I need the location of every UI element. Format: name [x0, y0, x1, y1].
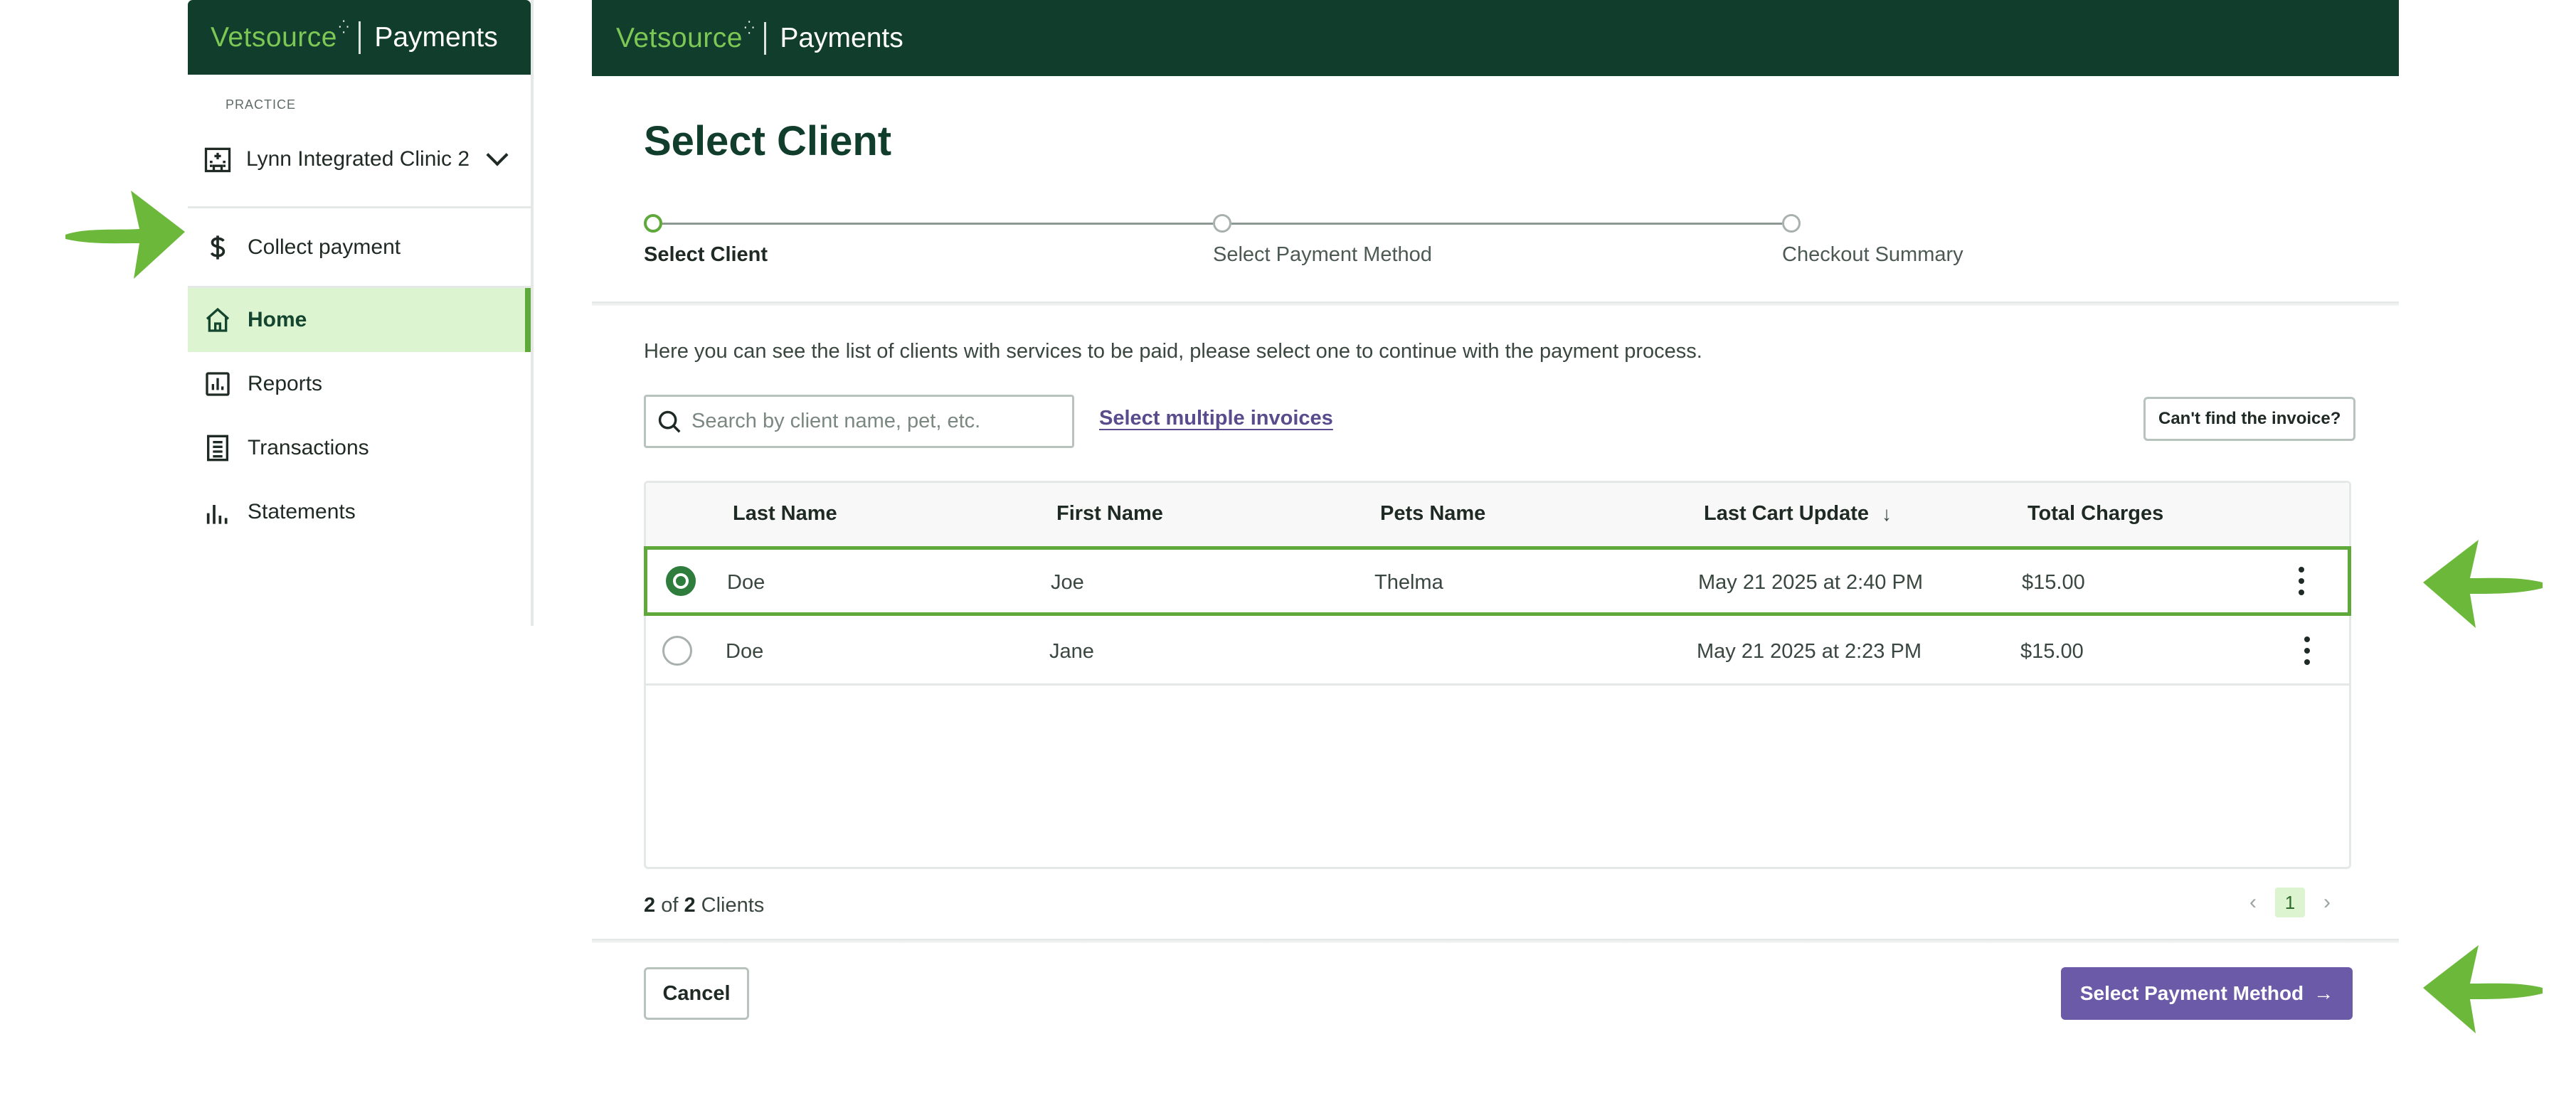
row-more-options-icon[interactable]	[2304, 636, 2311, 665]
step-dot	[1782, 214, 1801, 233]
table-row[interactable]: Doe Joe Thelma May 21 2025 at 2:40 PM $1…	[644, 546, 2351, 616]
sidebar-item-label: Home	[248, 308, 307, 331]
clients-table: Last Name First Name Pets Name Last Cart…	[644, 481, 2351, 869]
row-radio-selected[interactable]	[666, 566, 696, 596]
cant-find-invoice-button[interactable]: Can't find the invoice?	[2143, 397, 2356, 441]
footer-divider	[592, 939, 2399, 943]
client-count: 2 of 2 Clients	[644, 894, 764, 917]
arrow-right-icon: →	[2313, 982, 2334, 1004]
brand-logo: Vetsource	[616, 22, 743, 53]
sidebar-item-label: Statements	[248, 500, 356, 523]
sidebar-item-statements[interactable]: Statements	[188, 480, 531, 544]
main-panel: Vetsource ⁛ Payments Select Client Selec…	[592, 0, 2399, 1038]
count-of: of	[661, 894, 679, 917]
annotation-arrow-left-icon	[2423, 945, 2543, 1033]
column-header-last-cart-update[interactable]: Last Cart Update ↓	[1704, 502, 1892, 526]
progress-stepper: Select Client Select Payment Method Chec…	[644, 213, 1963, 277]
column-header-label: Last Cart Update	[1704, 502, 1870, 525]
cell-last-name: Doe	[727, 571, 765, 594]
practice-section: PRACTICE Lynn Integrated Clinic 2	[188, 75, 531, 208]
row-more-options-icon[interactable]	[2298, 567, 2305, 595]
chevron-right-icon[interactable]: ›	[2316, 890, 2338, 915]
sort-descending-icon[interactable]: ↓	[1882, 503, 1892, 526]
column-header-total-charges[interactable]: Total Charges	[2028, 502, 2163, 526]
chevron-down-icon	[486, 144, 509, 166]
pagination: ‹ 1 ›	[2242, 888, 2338, 917]
button-label: Select Payment Method	[2079, 982, 2304, 1004]
search-input[interactable]	[691, 410, 1061, 433]
cell-last-cart-update: May 21 2025 at 2:23 PM	[1697, 640, 1922, 663]
annotation-arrow-right-icon	[65, 191, 185, 279]
table-header: Last Name First Name Pets Name Last Cart…	[646, 483, 2349, 548]
cell-last-name: Doe	[726, 640, 764, 663]
sidebar-brand-bar: Vetsource ⁛ Payments	[188, 0, 531, 75]
cell-pet-name: Thelma	[1374, 571, 1443, 594]
column-header-pets-name[interactable]: Pets Name	[1380, 502, 1485, 526]
practice-name: Lynn Integrated Clinic 2	[246, 147, 470, 171]
sidebar-item-label: Transactions	[248, 436, 369, 459]
select-payment-method-button[interactable]: Select Payment Method →	[2061, 967, 2353, 1020]
sidebar-item-transactions[interactable]: Transactions	[188, 416, 531, 480]
column-chart-icon	[202, 496, 233, 528]
column-header-last-name[interactable]: Last Name	[733, 502, 837, 526]
cell-last-cart-update: May 21 2025 at 2:40 PM	[1698, 571, 1923, 594]
clinic-building-icon	[202, 144, 233, 175]
count-shown: 2	[644, 894, 656, 917]
brand-divider	[359, 21, 361, 54]
brand-sparkle-icon: ⁛	[743, 21, 754, 35]
bar-chart-icon	[202, 368, 233, 400]
brand-divider	[764, 21, 767, 55]
sidebar-item-reports[interactable]: Reports	[188, 352, 531, 416]
stepper-line	[662, 223, 1213, 225]
receipt-icon	[202, 432, 233, 464]
intro-text: Here you can see the list of clients wit…	[644, 340, 1702, 363]
sidebar-item-collect-payment[interactable]: Collect payment	[188, 208, 531, 288]
top-brand-bar: Vetsource ⁛ Payments	[592, 0, 2399, 76]
count-unit: Clients	[701, 894, 765, 917]
search-box[interactable]	[644, 395, 1074, 448]
step-select-payment-method: Select Payment Method	[1213, 243, 1432, 266]
brand-product: Payments	[780, 22, 903, 53]
sidebar: Vetsource ⁛ Payments PRACTICE Lynn Integ…	[188, 0, 534, 626]
practice-selector[interactable]: Lynn Integrated Clinic 2	[188, 131, 531, 188]
stepper-line	[1231, 223, 1782, 225]
page-title: Select Client	[644, 118, 892, 164]
search-icon	[658, 410, 681, 432]
step-checkout-summary: Checkout Summary	[1782, 243, 1963, 266]
sidebar-item-label: Collect payment	[248, 235, 401, 259]
sidebar-item-label: Reports	[248, 372, 323, 395]
cell-first-name: Joe	[1051, 571, 1084, 594]
brand-product: Payments	[374, 21, 498, 53]
dollar-icon	[202, 232, 233, 263]
section-divider	[592, 302, 2399, 306]
step-dot	[1213, 214, 1231, 233]
row-radio[interactable]	[662, 636, 692, 666]
column-header-first-name[interactable]: First Name	[1056, 502, 1163, 526]
brand-sparkle-icon: ⁛	[338, 20, 349, 34]
cell-total-charges: $15.00	[2020, 640, 2084, 663]
table-row[interactable]: Doe Jane May 21 2025 at 2:23 PM $15.00	[644, 616, 2351, 686]
brand-logo: Vetsource	[211, 21, 337, 53]
step-dot-current	[644, 214, 662, 233]
step-select-client: Select Client	[644, 243, 768, 266]
annotation-arrow-left-icon	[2423, 540, 2543, 628]
practice-caption: PRACTICE	[226, 97, 297, 112]
chevron-left-icon[interactable]: ‹	[2242, 890, 2264, 915]
page-number-current[interactable]: 1	[2275, 888, 2305, 917]
sidebar-item-home[interactable]: Home	[188, 288, 531, 352]
cancel-button[interactable]: Cancel	[644, 967, 749, 1020]
cell-first-name: Jane	[1049, 640, 1094, 663]
count-total: 2	[684, 894, 696, 917]
select-multiple-invoices-link[interactable]: Select multiple invoices	[1099, 407, 1333, 430]
home-icon	[202, 304, 233, 336]
cell-total-charges: $15.00	[2022, 571, 2085, 594]
